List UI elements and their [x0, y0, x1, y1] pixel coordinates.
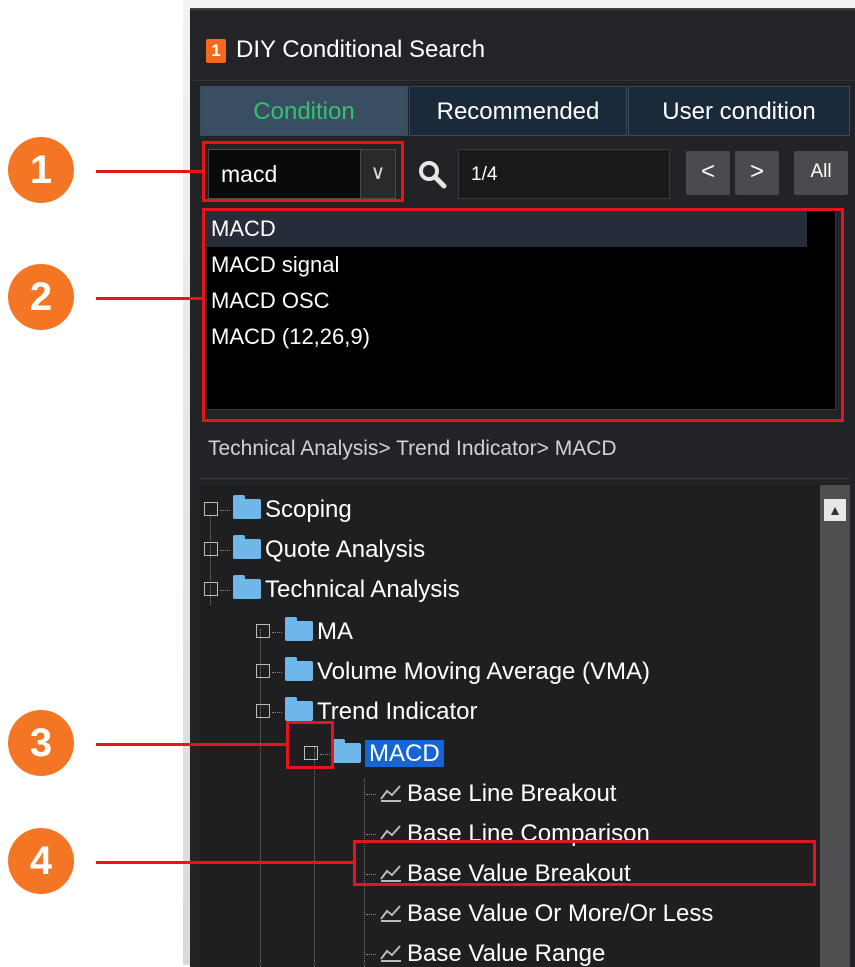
tab-bar: Condition Recommended User condition	[200, 86, 850, 140]
tree-node-technical-analysis[interactable]: Technical Analysis	[204, 571, 460, 609]
chart-icon	[380, 784, 401, 802]
tree-connector	[314, 747, 315, 967]
title-bar: 1 DIY Conditional Search	[190, 10, 855, 81]
window-title: DIY Conditional Search	[236, 36, 486, 63]
tab-recommended[interactable]: Recommended	[409, 86, 627, 136]
search-button[interactable]	[412, 149, 452, 199]
annotation-box-2	[202, 208, 844, 422]
callout-2: 2	[8, 264, 74, 330]
window-number-badge: 1	[206, 39, 226, 63]
folder-icon	[285, 696, 313, 721]
callout-4: 4	[8, 828, 74, 894]
next-result-button[interactable]: >	[735, 151, 779, 195]
tree-node-label: Technical Analysis	[265, 576, 460, 603]
tree-leaf[interactable]: Base Value Range	[366, 935, 605, 967]
tree-scrollbar[interactable]: ▲	[820, 485, 850, 967]
result-counter: 1/4	[471, 164, 498, 185]
annotation-box-3	[286, 721, 334, 769]
expand-icon[interactable]	[256, 663, 270, 678]
tree-leaf[interactable]: Base Line Breakout	[366, 775, 616, 813]
tree-node-label: Scoping	[265, 496, 352, 523]
tree-node-scoping[interactable]: Scoping	[204, 491, 352, 529]
folder-icon	[285, 656, 313, 681]
chart-icon	[380, 944, 401, 962]
tree-leaf-label: Base Line Breakout	[407, 780, 617, 807]
annotation-leader-3	[96, 743, 288, 746]
expand-icon[interactable]	[204, 501, 218, 516]
tree-leaf-label: Base Value Range	[407, 940, 606, 967]
collapse-icon[interactable]	[204, 581, 218, 596]
scroll-up-arrow-icon[interactable]: ▲	[824, 499, 846, 521]
breadcrumb: Technical Analysis> Trend Indicator> MAC…	[200, 420, 850, 479]
expand-icon[interactable]	[256, 623, 270, 638]
result-counter-box: 1/4	[458, 149, 670, 199]
tree-leaf[interactable]: Base Value Or More/Or Less	[366, 895, 713, 933]
annotation-leader-4	[96, 861, 355, 864]
folder-icon	[233, 494, 261, 519]
annotation-leader-1	[96, 170, 204, 173]
folder-icon	[285, 616, 313, 641]
all-results-button[interactable]: All	[794, 151, 848, 195]
chart-icon	[380, 904, 401, 922]
search-icon	[419, 161, 447, 189]
collapse-icon[interactable]	[256, 703, 270, 718]
breadcrumb-text: Technical Analysis> Trend Indicator> MAC…	[208, 437, 617, 460]
previous-result-button[interactable]: <	[686, 151, 730, 195]
folder-icon	[233, 534, 261, 559]
callout-1: 1	[8, 137, 74, 203]
tree-node-ma[interactable]: MA	[256, 613, 353, 651]
open-folder-icon	[333, 738, 361, 763]
annotation-leader-2	[96, 297, 204, 300]
tree-node-label: MA	[317, 618, 353, 645]
tree-node-label: Trend Indicator	[317, 698, 478, 725]
tree-node-quote-analysis[interactable]: Quote Analysis	[204, 531, 425, 569]
annotation-box-1	[202, 141, 404, 202]
callout-3: 3	[8, 710, 74, 776]
annotation-box-4	[353, 840, 816, 886]
tab-condition[interactable]: Condition	[200, 86, 408, 136]
tree-leaf-label: Base Value Or More/Or Less	[407, 900, 714, 927]
tree-node-vma[interactable]: Volume Moving Average (VMA)	[256, 653, 650, 691]
expand-icon[interactable]	[204, 541, 218, 556]
tree-node-label: Quote Analysis	[265, 536, 426, 563]
folder-icon	[233, 574, 261, 599]
tab-user-condition[interactable]: User condition	[628, 86, 850, 136]
tree-node-label: Volume Moving Average (VMA)	[317, 658, 651, 685]
tree-node-label-selected: MACD	[365, 740, 444, 767]
